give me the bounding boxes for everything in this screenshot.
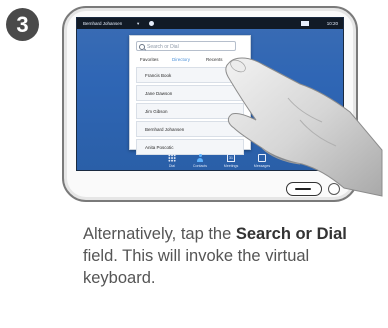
camera-icon[interactable] <box>301 21 309 26</box>
nav-meetings[interactable]: 31 Meetings <box>216 154 246 168</box>
search-or-dial-field[interactable]: Search or Dial <box>136 41 236 51</box>
caption-bold-term: Search or Dial <box>235 225 347 243</box>
button-line-icon <box>295 188 311 190</box>
caption-text-post: field. This will invoke the virtual keyb… <box>83 247 310 287</box>
info-icon[interactable] <box>149 21 154 26</box>
tab-recents[interactable]: Recents <box>206 55 223 64</box>
device-screen: Bernhard Johansen ▾ 10:20 Search or Dial… <box>76 17 344 171</box>
nav-messages[interactable]: Messages <box>247 154 277 168</box>
tab-directory[interactable]: Directory <box>172 55 190 64</box>
nav-meetings-label: Meetings <box>223 164 239 168</box>
list-item[interactable]: Jane Dawson <box>136 85 244 101</box>
clock: 10:20 <box>326 21 338 26</box>
nav-messages-label: Messages <box>253 164 271 168</box>
instruction-caption: Alternatively, tap the Search or Dial fi… <box>83 223 373 289</box>
search-icon <box>139 44 145 50</box>
contact-tabs: Favorites Directory Recents <box>136 55 244 64</box>
list-item[interactable]: Jim Gibson <box>136 103 244 119</box>
chevron-down-icon[interactable]: ▾ <box>137 18 139 29</box>
bottom-nav: Dial Contacts 31 Meetings Messages <box>77 146 343 170</box>
nav-dial-label: Dial <box>168 164 176 168</box>
step-number-badge: 3 <box>6 8 39 41</box>
tab-favorites[interactable]: Favorites <box>140 55 159 64</box>
search-placeholder: Search or Dial <box>147 44 179 50</box>
user-name[interactable]: Bernhard Johansen <box>83 18 122 29</box>
calendar-icon: 31 <box>227 154 235 162</box>
side-button[interactable] <box>328 183 340 195</box>
nav-contacts-label: Contacts <box>192 164 208 168</box>
home-button[interactable] <box>286 182 322 196</box>
contact-list: Francis Book Jane Dawson Jim Gibson Bern… <box>136 67 244 157</box>
person-icon <box>196 154 204 162</box>
message-icon <box>258 154 266 162</box>
status-bar: Bernhard Johansen ▾ 10:20 <box>77 18 343 29</box>
list-item[interactable]: Bernhard Johansen <box>136 121 244 137</box>
keypad-icon <box>168 154 176 162</box>
nav-dial[interactable]: Dial <box>157 154 187 168</box>
nav-contacts[interactable]: Contacts <box>185 154 215 168</box>
contacts-panel: Search or Dial Favorites Directory Recen… <box>129 35 251 155</box>
list-item[interactable]: Francis Book <box>136 67 244 83</box>
touch-panel-device: Bernhard Johansen ▾ 10:20 Search or Dial… <box>62 6 358 202</box>
caption-text-pre: Alternatively, tap the <box>83 225 236 243</box>
